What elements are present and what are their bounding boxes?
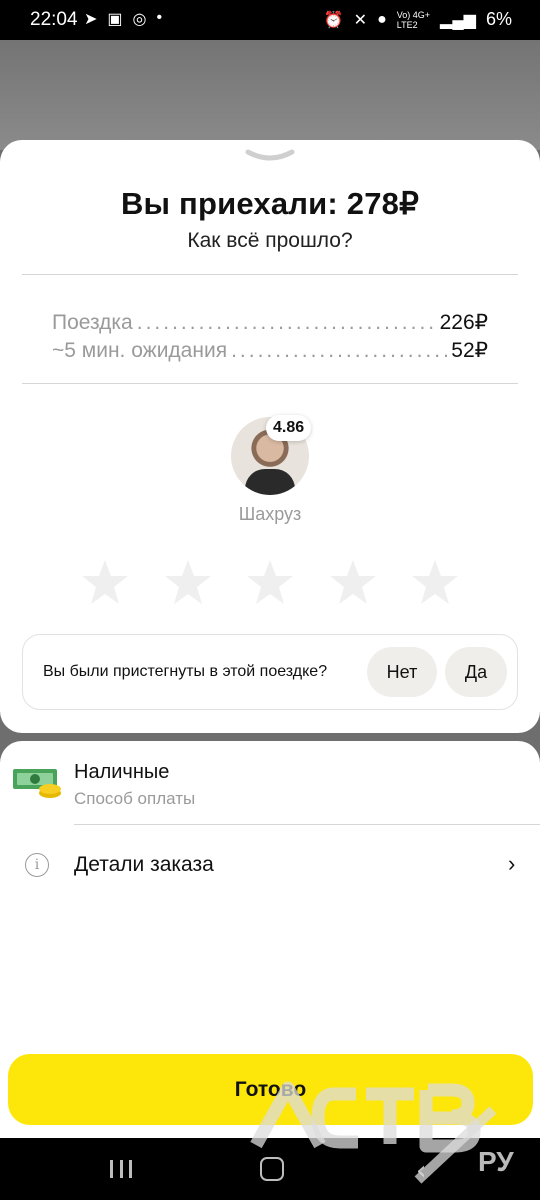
seatbelt-no-button[interactable]: Нет <box>367 647 437 697</box>
payment-method-label: Наличные <box>74 761 170 783</box>
star-icon[interactable] <box>410 558 460 608</box>
watermark-suffix: РУ <box>478 1146 514 1177</box>
chevron-right-icon: › <box>508 851 516 876</box>
seatbelt-card: Вы были пристегнуты в этой поездке? Нет … <box>22 634 518 710</box>
cash-icon <box>13 769 61 798</box>
divider <box>22 383 518 384</box>
seatbelt-question: Вы были пристегнуты в этой поездке? <box>43 663 328 680</box>
payment-method-caption: Способ оплаты <box>74 789 196 808</box>
status-time: 22:04 <box>30 9 78 30</box>
alarm-icon: ⏰ <box>323 11 344 29</box>
driver-rating-badge: 4.86 <box>266 415 312 441</box>
chevron-down-icon[interactable] <box>245 148 295 166</box>
recents-icon[interactable] <box>110 1160 132 1178</box>
star-icon[interactable] <box>245 558 295 608</box>
fare-label: Поездка <box>52 311 133 334</box>
seatbelt-yes-button[interactable]: Да <box>445 647 507 697</box>
fare-line-trip: Поездка ................................… <box>52 310 488 335</box>
page-subtitle: Как всё прошло? <box>187 229 353 252</box>
status-bar: 22:04 ➤ ▣ ◎ • ⏰ ✕ ● Vo) 4G+ LTE2 ▂▄▆ 6% <box>0 0 540 40</box>
leader-dots: ........................................… <box>136 311 436 334</box>
signal-icon: ▂▄▆ <box>440 11 476 29</box>
star-icon[interactable] <box>328 558 378 608</box>
dot-icon: • <box>156 9 163 26</box>
star-icon[interactable] <box>80 558 130 608</box>
divider <box>74 824 540 825</box>
telegram-icon: ➤ <box>84 11 98 28</box>
fare-label: ~5 мин. ожидания <box>52 339 228 362</box>
divider <box>22 274 518 275</box>
gallery-icon: ▣ <box>107 11 123 28</box>
driver-name: Шахруз <box>238 504 302 524</box>
status-left-icons: ➤ ▣ ◎ • <box>84 9 162 29</box>
leader-dots: ........................................… <box>231 339 447 362</box>
rating-stars <box>80 558 460 608</box>
location-icon: ● <box>377 10 387 28</box>
mute-icon: ✕ <box>353 11 368 29</box>
battery-level: 6% <box>485 9 512 29</box>
sync-icon: ◎ <box>132 11 147 28</box>
page-title: Вы приехали: 278₽ <box>120 186 420 221</box>
avatar-shirt <box>245 469 295 495</box>
fare-value: 52₽ <box>451 339 488 362</box>
star-icon[interactable] <box>163 558 213 608</box>
status-right-icons: ⏰ ✕ ● Vo) 4G+ LTE2 ▂▄▆ 6% <box>324 9 512 30</box>
info-icon: i <box>25 853 49 877</box>
fare-value: 226₽ <box>439 311 488 334</box>
order-details-label: Детали заказа <box>74 853 214 876</box>
ride-summary-sheet: Вы приехали: 278₽ Как всё прошло? Поездк… <box>0 140 540 733</box>
volte-icon: Vo) 4G+ LTE2 <box>396 9 431 30</box>
fare-line-waiting: ~5 мин. ожидания .......................… <box>52 338 488 363</box>
map-background <box>0 40 540 150</box>
